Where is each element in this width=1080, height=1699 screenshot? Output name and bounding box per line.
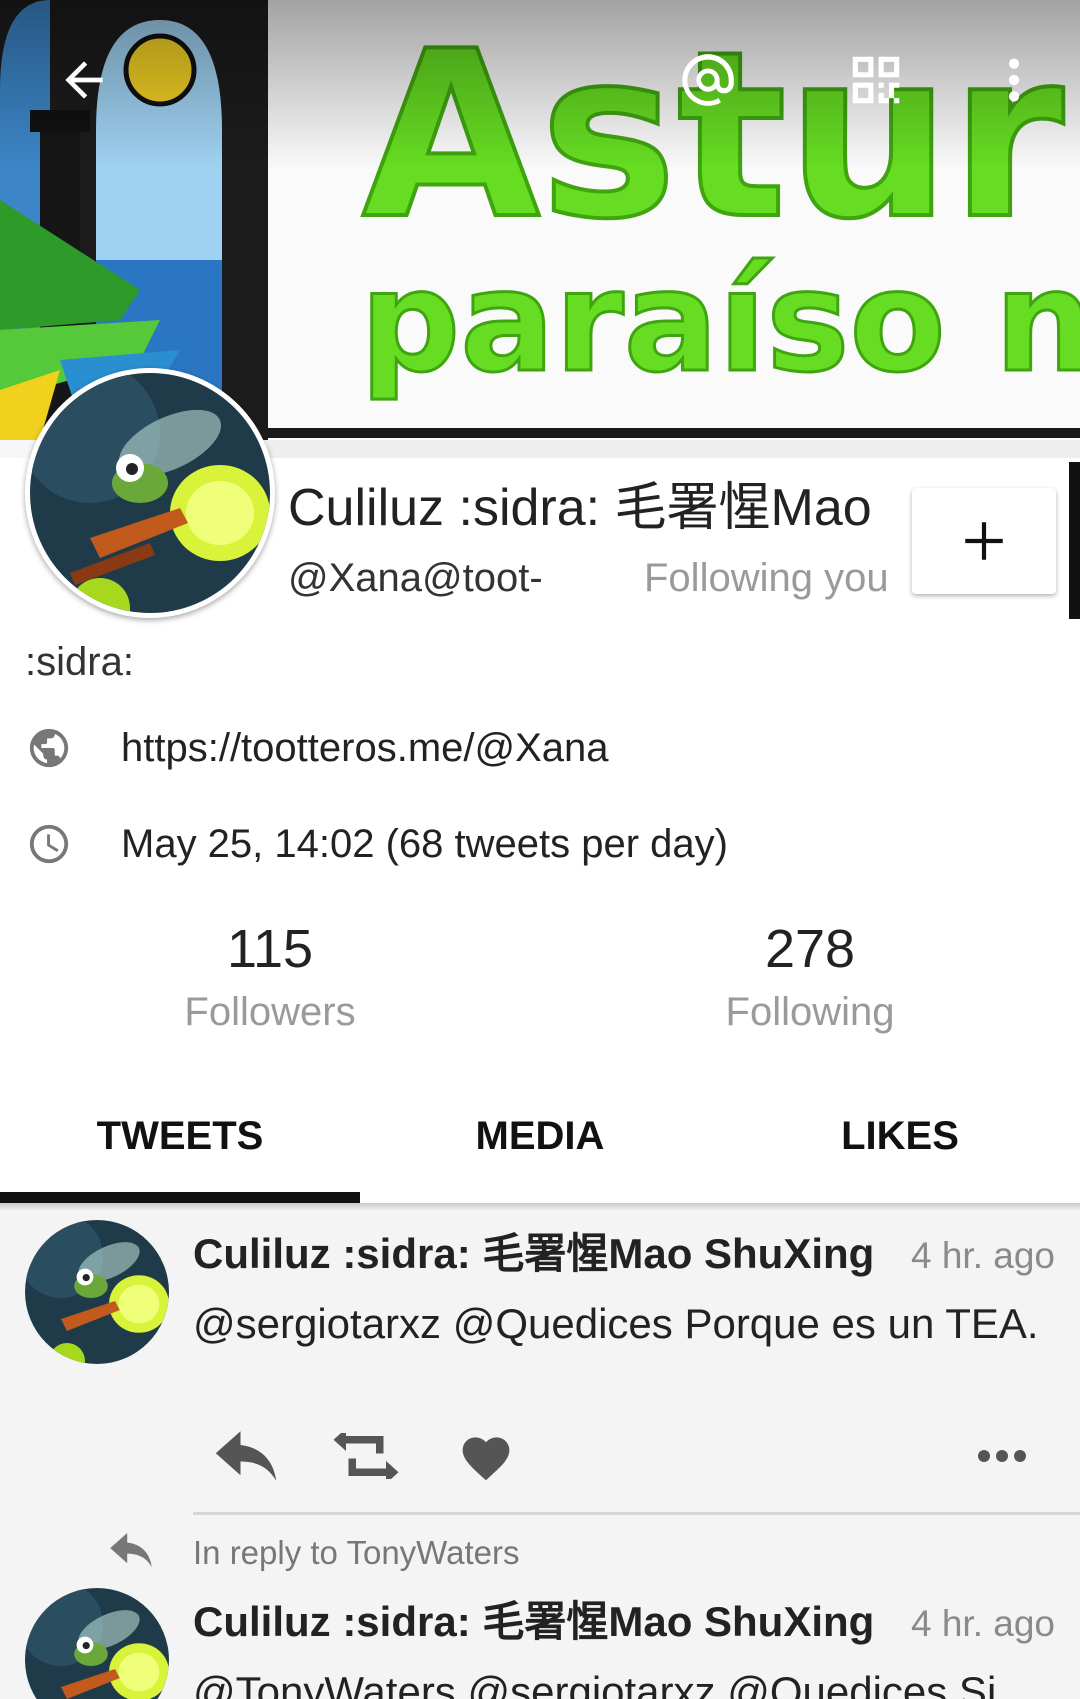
banner-line2: paraíso na xyxy=(360,241,1080,404)
post-more-button[interactable] xyxy=(962,1421,1042,1491)
following-stat[interactable]: 278 Following xyxy=(630,922,990,1032)
reply-button[interactable] xyxy=(206,1421,286,1491)
firefly-avatar-image xyxy=(25,1220,169,1364)
qr-code-icon xyxy=(852,56,900,104)
reply-icon xyxy=(215,1431,277,1481)
like-button[interactable] xyxy=(446,1421,526,1491)
qr-code-button[interactable] xyxy=(836,40,916,120)
followers-stat[interactable]: 115 Followers xyxy=(90,922,450,1032)
post-divider xyxy=(193,1512,1080,1515)
reply-note[interactable]: In reply to TonyWaters xyxy=(193,1536,519,1569)
followers-count: 115 xyxy=(226,919,314,979)
website-link[interactable]: https://tootteros.me/@Xana xyxy=(121,728,609,768)
overflow-menu-button[interactable] xyxy=(974,40,1054,120)
display-name: Culiluz :sidra: 毛署惺Mao xyxy=(288,479,872,537)
mention-button[interactable] xyxy=(668,40,748,120)
arrow-left-icon xyxy=(65,61,103,99)
clock-icon xyxy=(25,820,73,868)
follow-button[interactable] xyxy=(912,488,1056,594)
post-avatar[interactable] xyxy=(25,1588,169,1699)
tab-media[interactable]: MEDIA xyxy=(360,1080,720,1204)
back-button[interactable] xyxy=(44,40,124,120)
followers-label: Followers xyxy=(184,990,356,1034)
banner-shade xyxy=(0,0,1080,170)
joined-row: May 25, 14:02 (68 tweets per day) xyxy=(25,820,728,868)
edge-indicator xyxy=(1069,462,1080,619)
joined-date: May 25, 14:02 (68 tweets per day) xyxy=(121,822,728,866)
globe-icon xyxy=(25,724,73,772)
tab-tweets[interactable]: TWEETS xyxy=(0,1080,360,1204)
active-tab-indicator xyxy=(0,1192,360,1203)
heart-icon xyxy=(462,1437,510,1481)
profile-tabs: TWEETS MEDIA LIKES xyxy=(0,1080,1080,1204)
plus-icon xyxy=(965,522,1003,560)
firefly-avatar-image xyxy=(25,1588,169,1699)
post-author[interactable]: Culiluz :sidra: 毛署惺Mao ShuXing xyxy=(193,1601,874,1643)
reply-indicator-icon xyxy=(108,1533,154,1572)
account-handle: @Xana@toot- xyxy=(288,556,543,600)
post-author[interactable]: Culiluz :sidra: 毛署惺Mao ShuXing xyxy=(193,1233,874,1275)
post-time: 4 hr. ago xyxy=(910,1603,1055,1644)
post-text: @TonyWaters @sergiotarxz @Quedices Si xyxy=(193,1668,997,1699)
profile-bio: :sidra: xyxy=(25,640,134,684)
website-row[interactable]: https://tootteros.me/@Xana xyxy=(25,724,609,772)
follows-you-badge: Following you xyxy=(644,556,889,600)
post-avatar[interactable] xyxy=(25,1220,169,1364)
following-count: 278 xyxy=(764,919,856,979)
post-text: @sergiotarxz @Quedices Porque es un TEA. xyxy=(193,1300,1039,1347)
post-time: 4 hr. ago xyxy=(910,1235,1055,1276)
tweet-feed: Culiluz :sidra: 毛署惺Mao ShuXing 4 hr. ago… xyxy=(0,1203,1080,1699)
more-horizontal-icon xyxy=(978,1450,1026,1462)
boost-button[interactable] xyxy=(326,1421,406,1491)
following-label: Following xyxy=(725,990,895,1034)
retweet-icon xyxy=(333,1433,399,1479)
at-sign-icon xyxy=(682,54,734,106)
firefly-avatar-image xyxy=(30,373,270,613)
more-vertical-icon xyxy=(1008,58,1020,102)
tabs-shadow xyxy=(0,1203,1080,1211)
tab-likes[interactable]: LIKES xyxy=(720,1080,1080,1204)
profile-avatar[interactable] xyxy=(25,368,275,618)
